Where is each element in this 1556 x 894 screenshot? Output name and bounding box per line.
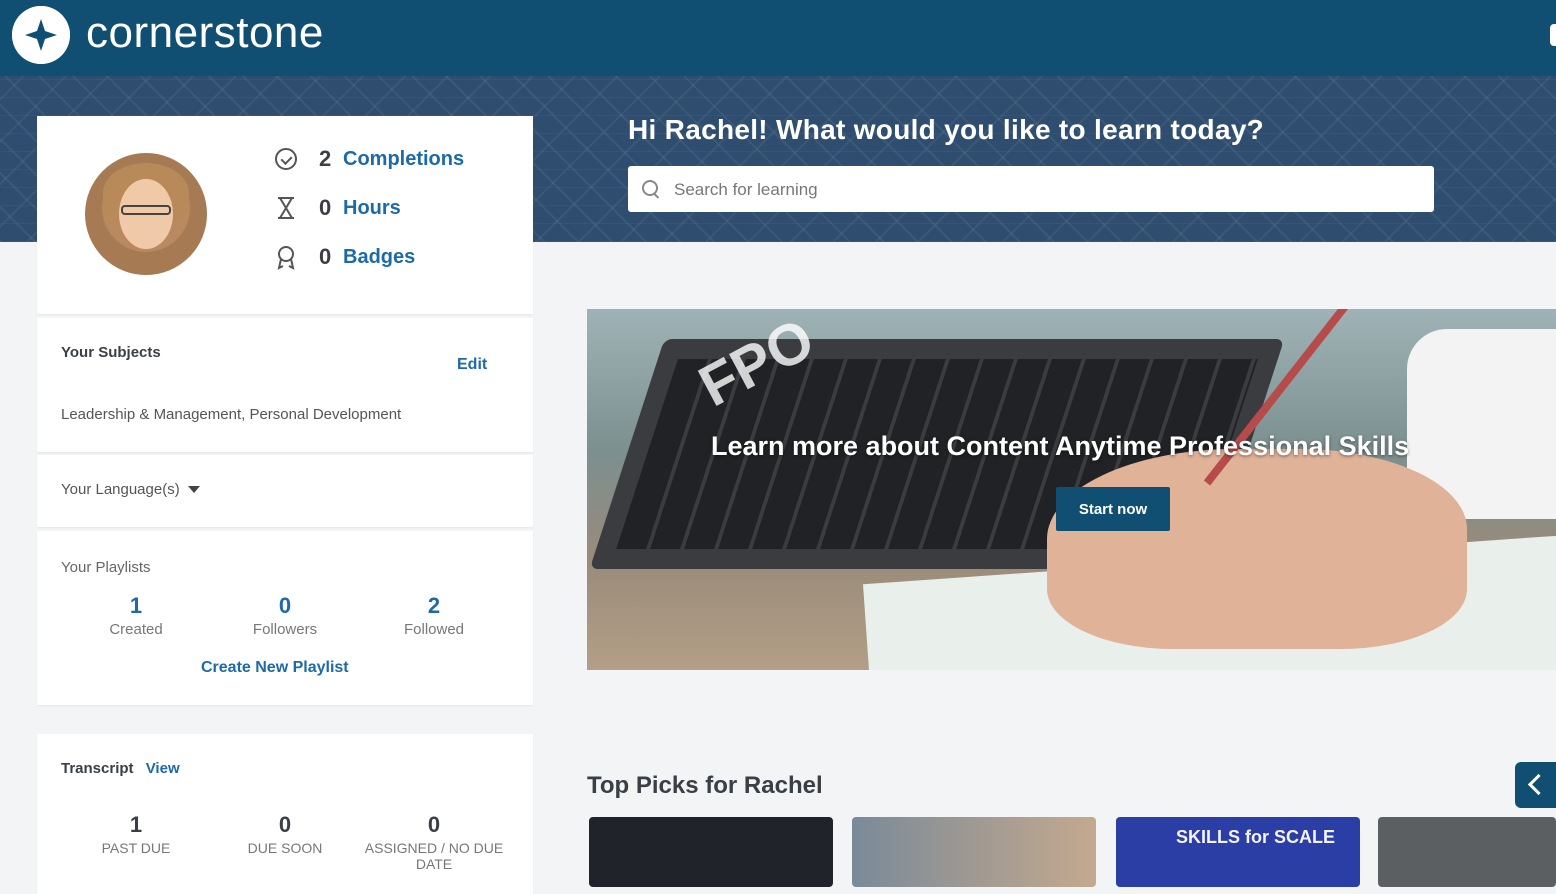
edit-subjects-link[interactable]: Edit <box>457 356 487 374</box>
hours-count: 0 <box>319 195 332 220</box>
transcript-view-link[interactable]: View <box>146 760 180 777</box>
completions-label[interactable]: Completions <box>343 148 464 171</box>
banner-title: Learn more about Content Anytime Profess… <box>711 431 1410 461</box>
top-picks-title: Top Picks for Rachel <box>587 772 823 799</box>
followed-label: Followed <box>403 621 465 638</box>
playlists-card: Your Playlists 1 Created 0 Followers 2 F… <box>37 531 533 705</box>
top-navigation-bar: cornerstone <box>0 0 1556 76</box>
profile-card: 2 Completions 0 Hours 0 Badges <box>37 116 533 314</box>
assigned-count: 0 <box>427 812 441 837</box>
create-playlist-link[interactable]: Create New Playlist <box>201 659 349 677</box>
top-pick-tile-4[interactable] <box>1378 817 1556 887</box>
completions-stat[interactable]: 2 Completions <box>273 144 464 174</box>
start-now-button[interactable]: Start now <box>1056 487 1170 531</box>
subjects-card: Your Subjects Edit Leadership & Manageme… <box>37 318 533 452</box>
badge-icon <box>273 244 299 270</box>
followed-count: 2 <box>427 593 441 618</box>
transcript-title: Transcript <box>61 760 134 777</box>
hero-greeting: Hi Rachel! What would you like to learn … <box>628 114 1265 145</box>
badges-stat[interactable]: 0 Badges <box>273 242 415 272</box>
banner-hand-image <box>1047 449 1467 649</box>
playlists-followed[interactable]: 2 Followed <box>359 593 509 638</box>
carousel-prev-button[interactable] <box>1515 762 1556 808</box>
tile-3-text: SKILLS for SCALE <box>1176 827 1336 847</box>
past-due-label: PAST DUE <box>101 840 171 856</box>
completions-count: 2 <box>319 146 332 171</box>
search-input[interactable] <box>672 174 1416 206</box>
badges-label[interactable]: Badges <box>343 246 415 269</box>
top-pick-tile-1[interactable] <box>589 817 833 887</box>
followers-count: 0 <box>278 593 292 618</box>
language-card: Your Language(s) <box>37 455 533 527</box>
transcript-due-soon[interactable]: 0 DUE SOON <box>210 812 360 856</box>
created-label: Created <box>109 621 163 638</box>
past-due-count: 1 <box>129 812 143 837</box>
due-soon-count: 0 <box>278 812 292 837</box>
search-bar[interactable] <box>628 166 1434 212</box>
assigned-label: ASSIGNED / NO DUE DATE <box>364 840 504 872</box>
chevron-down-icon <box>187 486 200 493</box>
hours-label[interactable]: Hours <box>343 197 401 220</box>
transcript-assigned[interactable]: 0 ASSIGNED / NO DUE DATE <box>359 812 509 872</box>
hourglass-icon <box>273 195 299 221</box>
language-dropdown[interactable]: Your Language(s) <box>61 481 200 498</box>
subjects-list: Leadership & Management, Personal Develo… <box>61 406 402 423</box>
top-pick-tile-3[interactable]: SKILLS for SCALE <box>1116 817 1360 887</box>
followers-label: Followers <box>252 621 318 638</box>
promo-banner[interactable]: FPO Learn more about Content Anytime Pro… <box>587 309 1556 670</box>
language-label: Your Language(s) <box>61 481 180 498</box>
badges-count: 0 <box>319 244 332 269</box>
transcript-card: Transcript View 1 PAST DUE 0 DUE SOON 0 … <box>37 734 533 894</box>
subjects-title: Your Subjects <box>61 344 161 361</box>
user-menu-edge[interactable] <box>1550 24 1556 46</box>
created-count: 1 <box>129 593 143 618</box>
hours-stat[interactable]: 0 Hours <box>273 193 401 223</box>
due-soon-label: DUE SOON <box>247 840 323 856</box>
avatar[interactable] <box>85 153 207 275</box>
top-pick-tile-2[interactable] <box>852 817 1096 887</box>
search-icon <box>642 180 658 196</box>
brand-name[interactable]: cornerstone <box>86 8 324 58</box>
cornerstone-logo-icon[interactable] <box>12 6 70 64</box>
check-circle-icon <box>273 146 299 172</box>
playlists-title: Your Playlists <box>61 559 151 576</box>
playlists-created[interactable]: 1 Created <box>61 593 211 638</box>
transcript-past-due[interactable]: 1 PAST DUE <box>61 812 211 856</box>
playlists-followers[interactable]: 0 Followers <box>210 593 360 638</box>
